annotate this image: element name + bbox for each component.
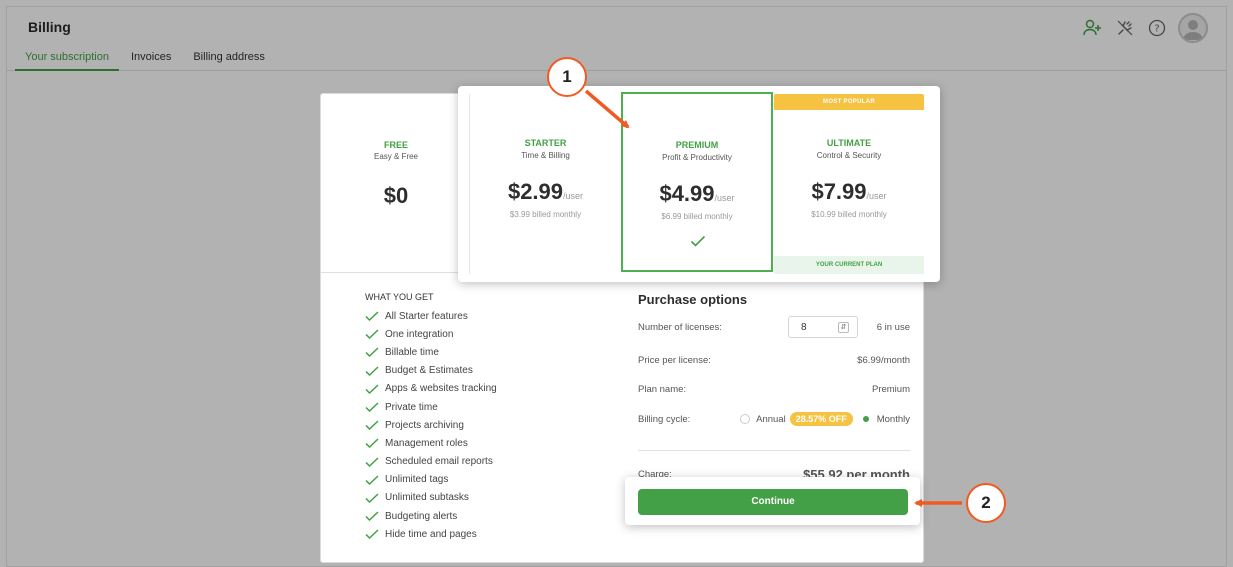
check-icon <box>365 438 379 449</box>
annual-label[interactable]: Annual <box>756 414 786 425</box>
purchase-title: Purchase options <box>638 292 748 307</box>
feature-item: Projects archiving <box>365 416 605 434</box>
plan-billed-ultimate: $10.99 billed monthly <box>811 210 887 219</box>
check-icon <box>365 384 379 394</box>
callout-2: 2 <box>966 483 1006 523</box>
plan-price-starter: $2.99/user <box>507 179 584 204</box>
licenses-in-use: 6 in use <box>876 321 910 333</box>
monthly-label[interactable]: Monthly <box>877 414 910 425</box>
plan-subtitle-free: Easy & Free <box>373 152 418 161</box>
feature-item: Apps & websites tracking <box>365 380 605 398</box>
cycle-options: Annual 28.57% OFF Monthly <box>740 412 910 426</box>
plan-starter[interactable]: STARTER Time & Billing $2.99/user $3.99 … <box>470 86 621 282</box>
plan-free[interactable]: FREE Easy & Free $0 <box>321 94 471 272</box>
feature-label: Management roles <box>385 437 468 449</box>
feature-item: Management roles <box>365 434 605 452</box>
plan-premium[interactable]: PREMIUM Profit & Productivity $4.99/user… <box>621 92 773 272</box>
feature-item: Unlimited tags <box>365 471 605 489</box>
purchase-options: Purchase options Number of licenses: 8 ⇵… <box>638 292 910 482</box>
feature-label: Unlimited tags <box>385 474 449 486</box>
feature-item: Unlimited subtasks <box>365 489 605 507</box>
licenses-label: Number of licenses: <box>638 321 722 333</box>
feature-label: All Starter features <box>385 310 468 322</box>
plan-label: Plan name: <box>638 384 687 395</box>
feature-label: Scheduled email reports <box>385 456 493 468</box>
plan-name-premium: PREMIUM <box>675 140 719 150</box>
feature-label: Projects archiving <box>385 419 464 431</box>
feature-item: Budget & Estimates <box>365 362 605 380</box>
current-plan-badge: YOUR CURRENT PLAN <box>774 256 924 274</box>
continue-button[interactable]: Continue <box>638 489 908 515</box>
check-icon <box>365 366 379 376</box>
check-icon <box>365 402 379 413</box>
plan-subtitle-premium: Profit & Productivity <box>662 153 732 162</box>
plan-billed-premium: $6.99 billed monthly <box>661 212 733 221</box>
most-popular-badge: MOST POPULAR <box>774 94 924 110</box>
plan-price-free: $0 <box>383 183 409 208</box>
feature-label: Private time <box>385 401 438 413</box>
check-icon <box>365 529 379 540</box>
feature-item: One integration <box>365 325 605 343</box>
plan-value: Premium <box>871 384 910 395</box>
plan-name-starter: STARTER <box>524 138 567 148</box>
price-value: $6.99/month <box>857 355 910 366</box>
plan-name-row: Plan name: Premium <box>638 384 910 395</box>
feature-label: Unlimited subtasks <box>385 492 469 504</box>
feature-item: All Starter features <box>365 307 605 325</box>
check-icon <box>365 493 379 503</box>
check-icon <box>365 329 379 340</box>
monthly-radio[interactable] <box>862 416 869 422</box>
feature-item: Private time <box>365 398 605 416</box>
licenses-value: 8 <box>801 321 807 333</box>
plan-name-free: FREE <box>383 140 408 150</box>
price-row: Price per license: $6.99/month <box>638 355 910 366</box>
feature-label: Budget & Estimates <box>385 365 473 377</box>
feature-item: Hide time and pages <box>365 525 605 543</box>
check-icon <box>365 311 379 322</box>
spinner-icon[interactable]: ⇵ <box>838 322 849 333</box>
cycle-label: Billing cycle: <box>638 413 691 425</box>
features-title: WHAT YOU GET <box>365 292 434 302</box>
billing-cycle-row: Billing cycle: Annual 28.57% OFF Monthly <box>638 412 910 426</box>
check-icon <box>365 420 379 431</box>
plans-selector: STARTER Time & Billing $2.99/user $3.99 … <box>458 86 940 282</box>
check-icon <box>365 347 379 358</box>
check-icon <box>690 235 706 247</box>
continue-panel: Continue <box>625 477 920 525</box>
plan-subtitle-ultimate: Control & Security <box>816 151 882 160</box>
plan-price-ultimate: $7.99/user <box>811 179 887 204</box>
features-list: WHAT YOU GET All Starter features One int… <box>365 292 605 543</box>
licenses-row: Number of licenses: 8 ⇵ 6 in use <box>638 316 910 338</box>
check-icon <box>365 457 379 467</box>
feature-item: Scheduled email reports <box>365 453 605 471</box>
feature-item: Billable time <box>365 343 605 361</box>
feature-label: Budgeting alerts <box>385 510 458 522</box>
licenses-stepper[interactable]: 8 ⇵ <box>788 316 858 338</box>
discount-badge: 28.57% OFF <box>789 412 853 426</box>
divider <box>638 450 910 451</box>
callout-1: 1 <box>547 57 587 97</box>
plan-billed-starter: $3.99 billed monthly <box>509 210 582 219</box>
plan-ultimate[interactable]: MOST POPULAR ULTIMATE Control & Security… <box>774 86 924 282</box>
plan-subtitle-starter: Time & Billing <box>521 151 570 160</box>
feature-label: Apps & websites tracking <box>385 383 497 395</box>
feature-label: Hide time and pages <box>385 528 477 540</box>
plan-name-ultimate: ULTIMATE <box>826 138 872 148</box>
plan-price-premium: $4.99/user <box>659 181 735 206</box>
price-label: Price per license: <box>638 355 711 366</box>
annual-radio[interactable] <box>740 414 751 424</box>
feature-item: Budgeting alerts <box>365 507 605 525</box>
feature-label: One integration <box>385 328 454 340</box>
check-icon <box>365 475 379 485</box>
check-icon <box>365 511 379 522</box>
feature-label: Billable time <box>385 346 439 358</box>
